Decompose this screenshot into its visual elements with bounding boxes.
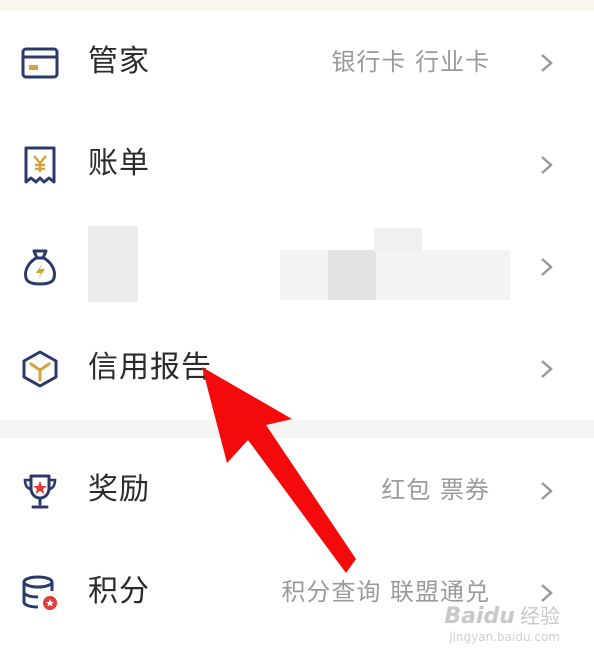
top-strip [0, 0, 594, 10]
chevron-right-icon [541, 156, 553, 174]
coins-icon [22, 575, 57, 610]
menu-item-title: 管家 [88, 44, 150, 79]
menu-item-subtitle: 红包 票券 [381, 476, 490, 504]
watermark: Baidu 经验 jingyan.baidu.com [444, 600, 560, 644]
menu-item-title: 信用报告 [88, 350, 212, 385]
blurred-subtitle [280, 250, 510, 300]
receipt-icon [24, 146, 56, 184]
menu-item-title: 积分 [88, 574, 150, 609]
menu-item-rewards[interactable]: 奖励 红包 票券 [0, 440, 594, 540]
cube-icon [22, 350, 58, 388]
menu-item-bill[interactable]: 账单 [0, 114, 594, 214]
blurred-subtitle-block [328, 250, 376, 300]
menu-item-subtitle: 银行卡 行业卡 [331, 48, 490, 76]
blurred-subtitle-block [374, 228, 422, 252]
blurred-title [88, 226, 138, 302]
chevron-right-icon [541, 258, 553, 276]
watermark-url: jingyan.baidu.com [449, 630, 560, 644]
trophy-icon [23, 474, 57, 509]
card-icon [21, 47, 59, 79]
chevron-right-icon [541, 360, 553, 378]
money-bag-icon [24, 249, 56, 286]
menu-item-credit-report[interactable]: 信用报告 [0, 318, 594, 418]
menu-item-title: 账单 [88, 146, 150, 181]
section-divider [0, 420, 594, 438]
chevron-right-icon [541, 54, 553, 72]
watermark-brand: Baidu [444, 604, 515, 629]
menu-item-blurred[interactable] [0, 216, 594, 316]
chevron-right-icon [541, 482, 553, 500]
menu-item-steward[interactable]: 管家 银行卡 行业卡 [0, 12, 594, 112]
menu-item-title: 奖励 [88, 472, 150, 507]
watermark-brand-suffix: 经验 [520, 604, 560, 628]
